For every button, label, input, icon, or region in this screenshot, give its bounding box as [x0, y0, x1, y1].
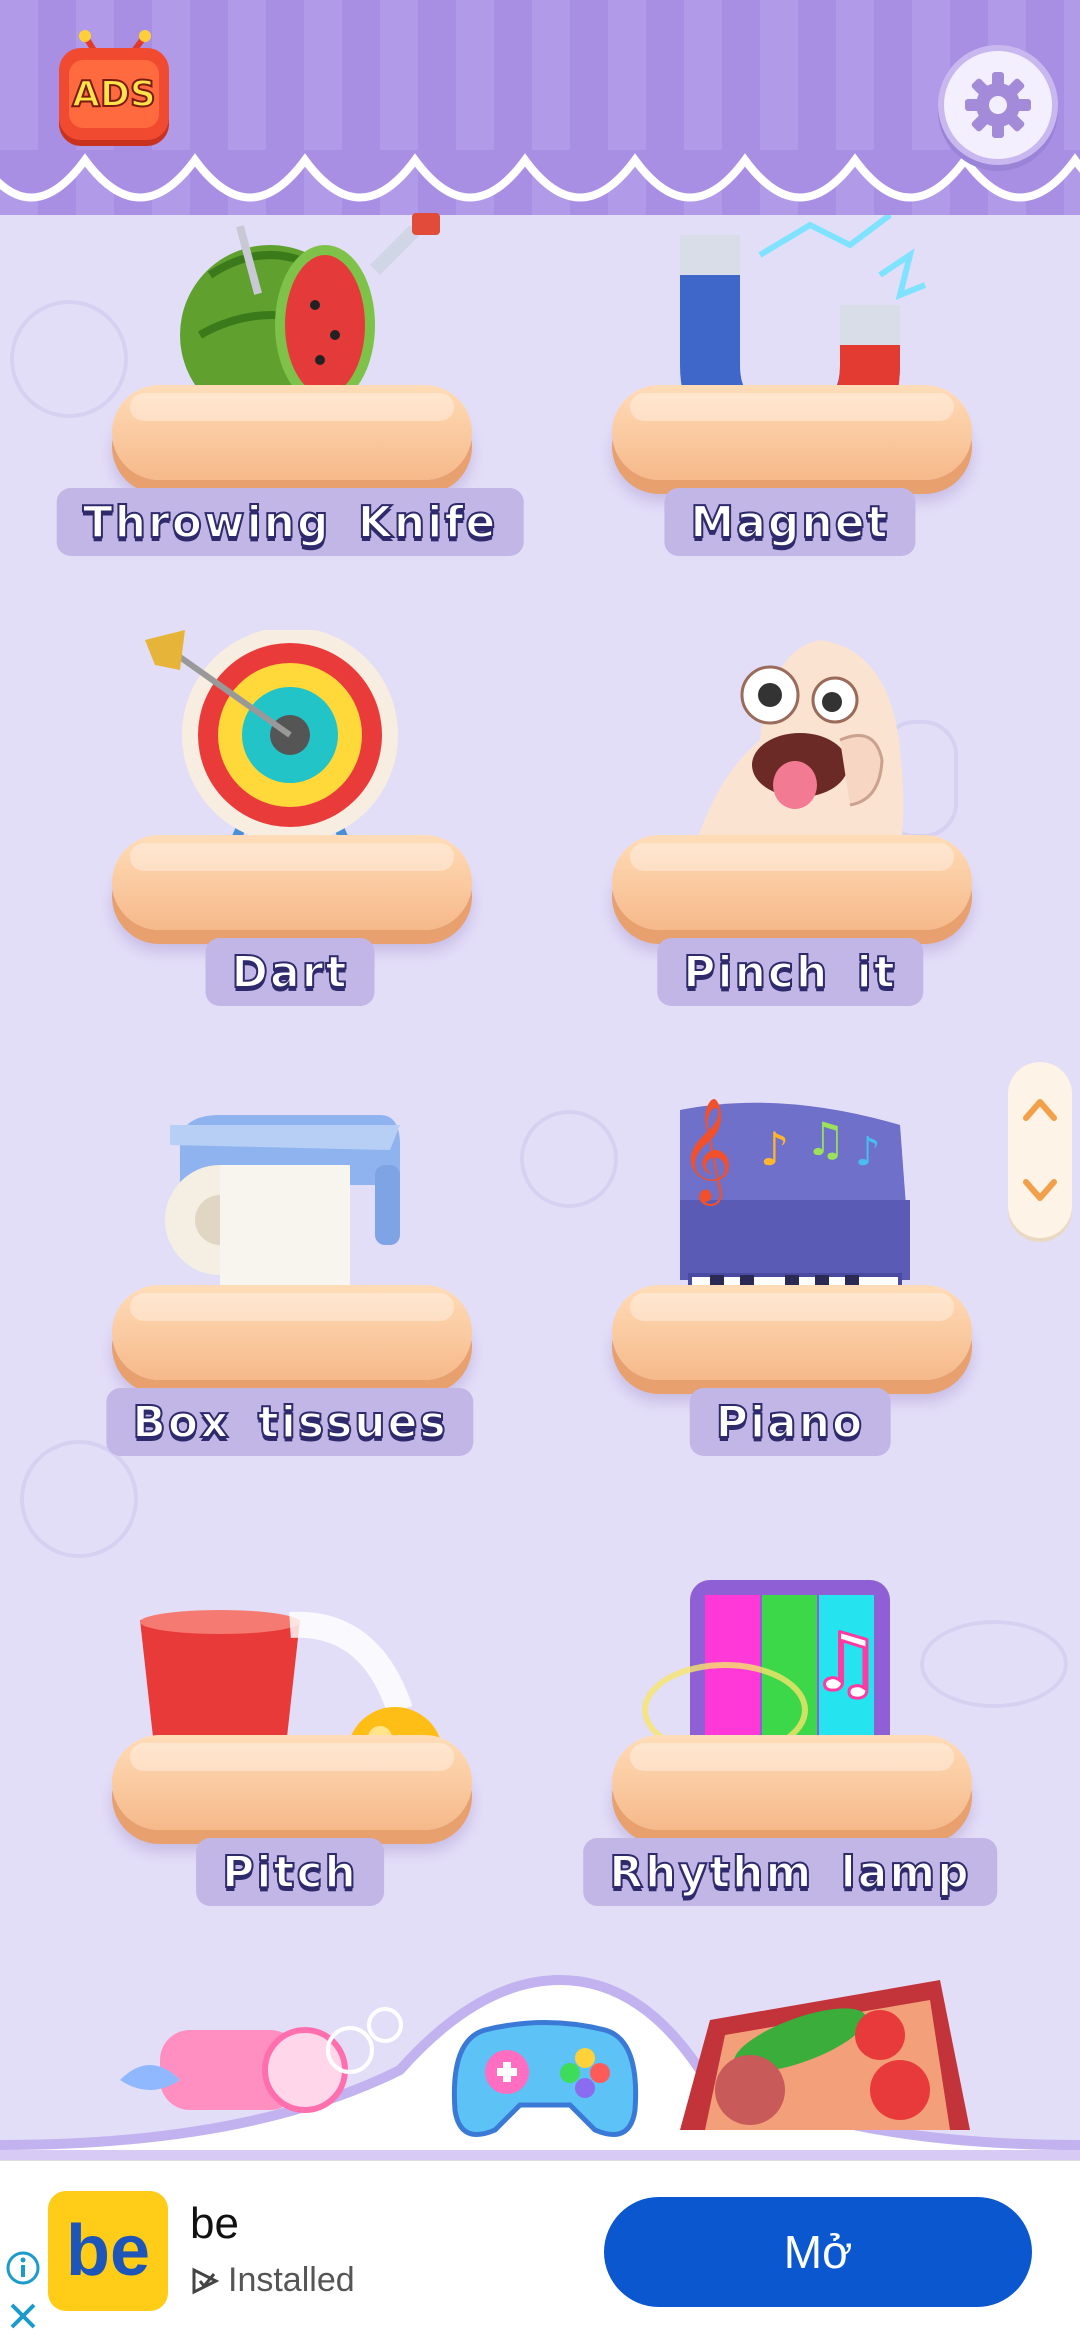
game-label: Pitch: [196, 1838, 384, 1906]
game-card-rhythm-lamp[interactable]: ♫ Rhythm lamp: [580, 1530, 1000, 1970]
game-card-dart[interactable]: Dart: [80, 630, 500, 1070]
svg-text:♪: ♪: [760, 1122, 789, 1176]
display-plate: [612, 1735, 972, 1830]
chevron-down-icon[interactable]: [1020, 1170, 1060, 1210]
game-label: Magnet: [664, 488, 916, 556]
bubble-gun-icon[interactable]: [120, 1990, 420, 2130]
game-center-button[interactable]: [445, 2010, 645, 2150]
settings-button[interactable]: [938, 45, 1058, 165]
display-plate: [112, 835, 472, 930]
display-plate: [112, 1285, 472, 1380]
svg-text:♪: ♪: [855, 1129, 881, 1175]
chevron-up-icon[interactable]: [1020, 1090, 1060, 1130]
display-plate: [112, 1735, 472, 1830]
food-tray-icon[interactable]: [680, 1980, 970, 2130]
close-icon[interactable]: [4, 2297, 42, 2335]
info-icon[interactable]: [4, 2249, 42, 2287]
app-logo-text: be: [65, 2211, 151, 2291]
display-plate: [112, 385, 472, 480]
svg-text:♫: ♫: [805, 1112, 846, 1166]
game-label: Box tissues: [106, 1388, 474, 1456]
game-card-magnet[interactable]: Magnet: [580, 205, 1000, 645]
game-card-pitch[interactable]: Pitch: [80, 1530, 500, 1970]
installed-check-icon: [192, 2267, 220, 2294]
gear-icon: [965, 72, 1031, 138]
game-label: Rhythm lamp: [583, 1838, 997, 1906]
install-status-label: Installed: [228, 2261, 355, 2299]
svg-text:𝄞: 𝄞: [680, 1097, 733, 1206]
game-card-box-tissues[interactable]: Box tissues: [80, 1080, 500, 1520]
display-plate: [612, 1285, 972, 1380]
game-label: Piano: [689, 1388, 891, 1456]
game-label: Pinch it: [657, 938, 923, 1006]
app-name: be: [190, 2199, 239, 2248]
scroll-panel: [1008, 1062, 1072, 1238]
svg-text:♫: ♫: [810, 1616, 882, 1709]
display-plate: [612, 835, 972, 930]
gamepad-icon: [451, 2020, 639, 2137]
game-label: Throwing Knife: [56, 488, 524, 556]
app-logo[interactable]: be: [48, 2191, 168, 2311]
game-card-piano[interactable]: 𝄞 ♪ ♫ ♪ Piano: [580, 1080, 1000, 1520]
display-plate: [612, 385, 972, 480]
ads-label: ADS: [71, 73, 157, 116]
game-card-pinch-it[interactable]: Pinch it: [580, 630, 1000, 1070]
ad-banner[interactable]: be be Installed Mở: [0, 2160, 1080, 2341]
install-status: Installed: [190, 2261, 355, 2300]
game-card-throwing-knife[interactable]: Throwing Knife: [56, 205, 524, 645]
ads-button[interactable]: ADS: [55, 30, 173, 152]
open-button[interactable]: Mở: [604, 2197, 1032, 2307]
bottom-dock: [0, 1960, 1080, 2160]
game-label: Dart: [205, 938, 375, 1006]
